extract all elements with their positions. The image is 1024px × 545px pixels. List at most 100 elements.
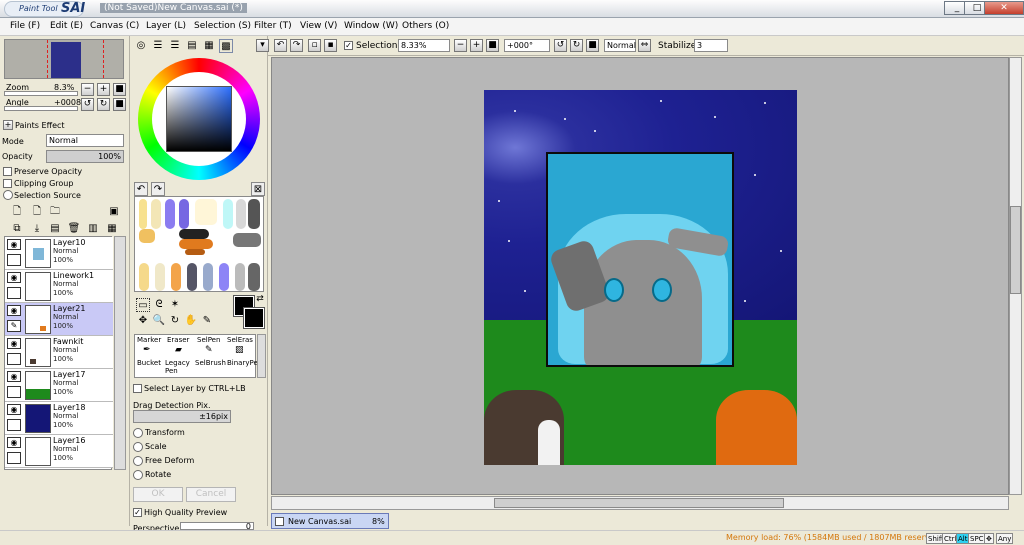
menu-view[interactable]: View (V) [300, 21, 337, 31]
menu-edit[interactable]: Edit (E) [50, 21, 83, 31]
stabilizer-combo[interactable]: 3 [694, 39, 728, 52]
swatch[interactable] [139, 229, 155, 243]
scratchpad[interactable] [134, 196, 264, 292]
close-button[interactable]: ✕ [984, 1, 1024, 15]
marker-tool[interactable]: Marker [137, 336, 161, 344]
secondary-color-swatch[interactable] [243, 307, 265, 329]
opacity-slider[interactable]: 100% [46, 150, 124, 163]
copy-layer-icon[interactable]: ⧉ [10, 222, 24, 236]
merge-visible-icon[interactable]: ▦ [105, 222, 119, 236]
swatch[interactable] [179, 239, 213, 249]
hand-tool-icon[interactable]: ✋ [184, 314, 198, 328]
free-deform-radio[interactable] [133, 456, 143, 466]
new-folder-icon[interactable]: 🗀 [48, 205, 62, 219]
vertical-scroll-thumb[interactable] [1010, 206, 1021, 294]
zoom-out-button[interactable]: − [81, 83, 94, 96]
undo-icon[interactable]: ↶ [274, 39, 287, 52]
scratchpad-menu-icon[interactable]: ⊠ [251, 182, 265, 196]
layer-row[interactable]: ◉ Linework1 Normal 100% [5, 270, 113, 303]
eye-icon[interactable]: ◉ [7, 371, 21, 382]
move-tool-icon[interactable]: ✥ [136, 314, 150, 328]
menu-selection[interactable]: Selection (S) [194, 21, 251, 31]
redo-icon[interactable]: ↷ [290, 39, 303, 52]
layer-row-selected[interactable]: ◉ ✎ Layer21 Normal 100% [5, 303, 113, 336]
color-mixer-icon[interactable]: ▤ [185, 39, 199, 53]
swatch[interactable] [233, 233, 261, 247]
undo-scratch-icon[interactable]: ↶ [134, 182, 148, 196]
color-wheel-mode-icon[interactable]: ◎ [134, 39, 148, 53]
document-tab[interactable]: New Canvas.sai 8% [271, 513, 389, 529]
selection-source-radio[interactable] [3, 190, 13, 200]
eye-icon[interactable]: ◉ [7, 272, 21, 283]
zoom-slider[interactable] [4, 91, 78, 96]
swatch[interactable] [151, 199, 161, 229]
invert-selection-icon[interactable]: ▪ [324, 39, 337, 52]
swatch[interactable] [179, 199, 189, 229]
swatch[interactable] [236, 199, 246, 229]
view-mode-combo[interactable]: Normal [604, 39, 636, 52]
swatches-icon[interactable]: ▦ [202, 39, 216, 53]
eye-icon[interactable]: ◉ [7, 338, 21, 349]
drag-detection-slider[interactable]: ±16pix [133, 410, 231, 423]
ok-button[interactable]: OK [133, 487, 183, 502]
rotate-right-button[interactable]: ↻ [97, 98, 110, 111]
layer-lock-toggle[interactable] [7, 287, 21, 299]
delete-layer-icon[interactable]: 🗑 [67, 222, 81, 236]
new-layer-icon[interactable]: 🗋 [10, 205, 24, 219]
selpen-tool[interactable]: SelPen [197, 336, 220, 344]
menu-filter[interactable]: Filter (T) [254, 21, 292, 31]
swatch[interactable] [165, 199, 175, 229]
angle-combo[interactable]: +000° [504, 39, 550, 52]
layer-row[interactable]: ◉ Fawnkit Normal 100% [5, 336, 113, 369]
layer-row[interactable]: ◉ Layer10 Normal 100% [5, 237, 113, 270]
layer-mask-icon[interactable]: ▣ [107, 205, 121, 219]
selbrush-tool[interactable]: SelBrush [195, 359, 226, 367]
rgb-slider-icon[interactable]: ☰ [151, 39, 165, 53]
zoom-combo[interactable]: 8.33% [398, 39, 450, 52]
seleras-tool[interactable]: SelEras [227, 336, 253, 344]
menu-others[interactable]: Others (O) [402, 21, 449, 31]
clear-layer-icon[interactable]: ▤ [48, 222, 62, 236]
swatch[interactable] [187, 263, 197, 291]
legacy-pen-tool[interactable]: Legacy Pen [165, 359, 191, 375]
swatch[interactable] [139, 263, 149, 291]
rotate-radio[interactable] [133, 470, 143, 480]
rotate-left-button[interactable]: ↺ [81, 98, 94, 111]
swatch[interactable] [195, 199, 217, 225]
zoom-in-button[interactable]: + [97, 83, 110, 96]
deselect-icon[interactable]: ▫ [308, 39, 321, 52]
redo-scratch-icon[interactable]: ↷ [151, 182, 165, 196]
flip-view-icon[interactable]: ⇔ [638, 39, 651, 52]
zoom-reset-button[interactable]: ■ [113, 83, 126, 96]
saturation-value-square[interactable] [166, 86, 232, 152]
selection-tool-icon[interactable]: ▭ [136, 298, 150, 312]
zoom-tool-icon[interactable]: 🔍 [152, 314, 166, 328]
preserve-opacity-checkbox[interactable] [3, 167, 12, 176]
layer-lock-toggle[interactable] [7, 254, 21, 266]
toolbar-zoom-in-icon[interactable]: + [470, 39, 483, 52]
perspective-slider[interactable]: 0 [180, 522, 254, 531]
paints-effect-expand-icon[interactable]: + [3, 120, 13, 130]
layer-row[interactable]: ◉ Layer16 Normal 100% [5, 435, 113, 468]
swatch[interactable] [179, 229, 209, 239]
menu-canvas[interactable]: Canvas (C) [90, 21, 139, 31]
layer-scrollbar[interactable] [114, 236, 126, 470]
clipping-group-checkbox[interactable] [3, 179, 12, 188]
canvas-menu-icon[interactable]: ▾ [256, 39, 269, 52]
eye-icon[interactable]: ◉ [7, 437, 21, 448]
layer-lock-toggle[interactable] [7, 419, 21, 431]
layer-lock-toggle[interactable] [7, 452, 21, 464]
scale-radio[interactable] [133, 442, 143, 452]
layer-lock-toggle[interactable] [7, 386, 21, 398]
swap-colors-icon[interactable]: ⇄ [255, 294, 265, 304]
selection-checkbox[interactable]: ✓ [344, 41, 353, 50]
toolbar-zoom-reset-icon[interactable]: ■ [486, 39, 499, 52]
select-layer-checkbox[interactable] [133, 384, 142, 393]
bucket-tool[interactable]: Bucket [137, 359, 161, 367]
new-linework-layer-icon[interactable]: 🗋 [30, 205, 44, 219]
swatch[interactable] [185, 249, 205, 255]
toolbar-zoom-out-icon[interactable]: − [454, 39, 467, 52]
swatch[interactable] [248, 199, 260, 229]
blend-mode-select[interactable]: Normal [46, 134, 124, 147]
transform-radio[interactable] [133, 428, 143, 438]
